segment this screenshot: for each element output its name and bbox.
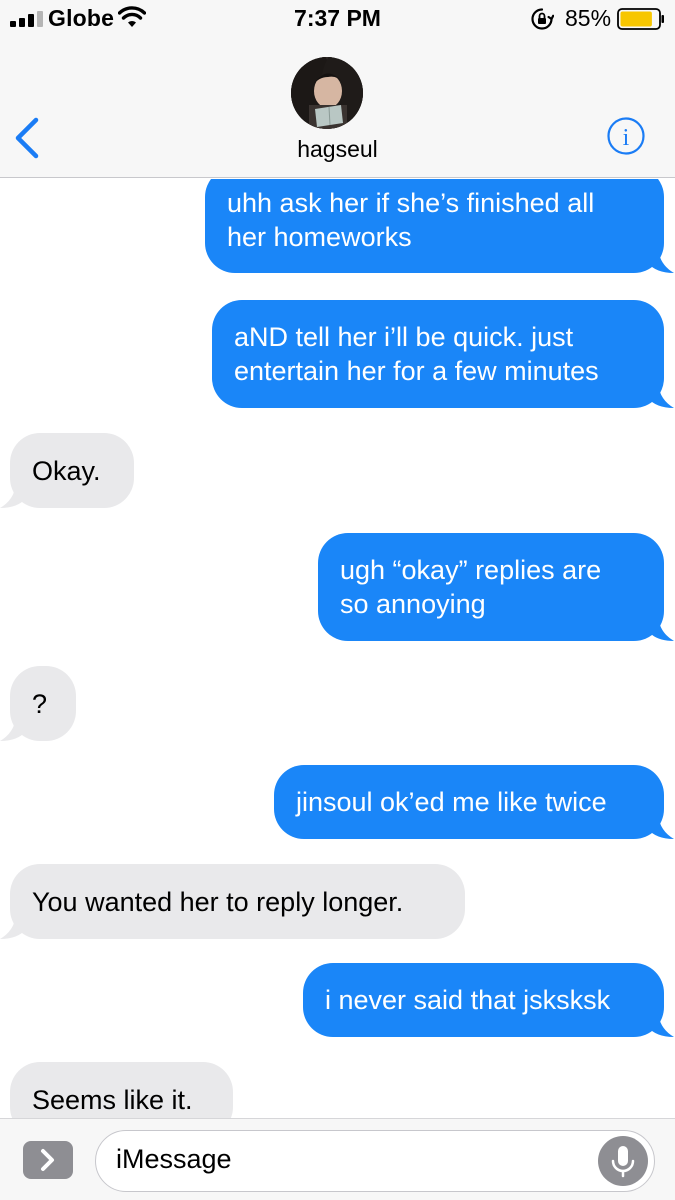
svg-text:i: i	[623, 125, 630, 151]
contact-avatar[interactable]	[291, 57, 363, 129]
bubble-tail	[648, 384, 674, 408]
message-line: ugh “okay” replies are	[340, 555, 602, 585]
message-text: aND tell her i’ll be quick. just enterta…	[234, 320, 599, 388]
message-input[interactable]: iMessage	[95, 1130, 655, 1192]
message-line: entertain her for a few minutes	[234, 356, 599, 386]
bubble-tail	[648, 249, 674, 273]
battery-icon	[617, 8, 664, 30]
message-text: You wanted her to reply longer.	[32, 886, 404, 917]
message-line: her homeworks	[227, 222, 412, 252]
avatar-photo	[291, 57, 363, 129]
received-message-bubble[interactable]: Seems like it.	[10, 1062, 233, 1119]
dictation-button[interactable]	[598, 1136, 648, 1186]
message-line: uhh ask her if she’s finished all	[227, 188, 595, 218]
bubble-tail	[648, 815, 674, 839]
status-bar: Globe 7:37 PM 85%	[0, 0, 675, 40]
bubble-tail	[0, 915, 26, 939]
sent-message-bubble[interactable]: uhh ask her if she’s finished all her ho…	[205, 179, 674, 273]
bubble-tail	[648, 1013, 674, 1037]
apps-button[interactable]	[23, 1141, 73, 1179]
message-text: i never said that jsksksk	[325, 985, 611, 1015]
message-line: so annoying	[340, 589, 486, 619]
battery-percentage: 85%	[565, 5, 612, 31]
message-text: jinsoul ok’ed me like twice	[296, 787, 607, 817]
bubble-tail	[648, 617, 674, 641]
message-placeholder: iMessage	[116, 1144, 232, 1174]
message-text: Okay.	[32, 455, 101, 486]
sent-message-bubble[interactable]: i never said that jsksksk	[303, 963, 674, 1037]
sent-message-bubble[interactable]: ugh “okay” replies are so annoying	[318, 533, 674, 641]
message-text: ?	[32, 688, 48, 719]
sent-message-bubble[interactable]: jinsoul ok’ed me like twice	[274, 765, 674, 839]
bubble-tail	[0, 717, 26, 741]
compose-bar: iMessage	[0, 1118, 675, 1200]
bubble-tail	[0, 484, 26, 508]
message-text: Seems like it.	[32, 1084, 193, 1115]
rotation-lock-icon	[531, 8, 554, 30]
microphone-icon	[611, 1146, 635, 1178]
message-text: ugh “okay” replies are so annoying	[340, 553, 601, 621]
received-message-bubble[interactable]: ?	[0, 666, 76, 741]
message-list[interactable]: uhh ask her if she’s finished all her ho…	[0, 179, 675, 1119]
message-text: uhh ask her if she’s finished all her ho…	[227, 186, 594, 254]
contact-name[interactable]: hagseul	[0, 136, 675, 163]
chevron-right-icon	[41, 1149, 54, 1171]
battery-level-fill	[620, 11, 652, 27]
received-message-bubble[interactable]: You wanted her to reply longer.	[0, 864, 465, 939]
info-icon[interactable]: i	[606, 116, 646, 156]
message-line: aND tell her i’ll be quick. just	[234, 322, 574, 352]
received-message-bubble[interactable]: Okay.	[0, 433, 134, 508]
sent-message-bubble[interactable]: aND tell her i’ll be quick. just enterta…	[212, 300, 674, 408]
